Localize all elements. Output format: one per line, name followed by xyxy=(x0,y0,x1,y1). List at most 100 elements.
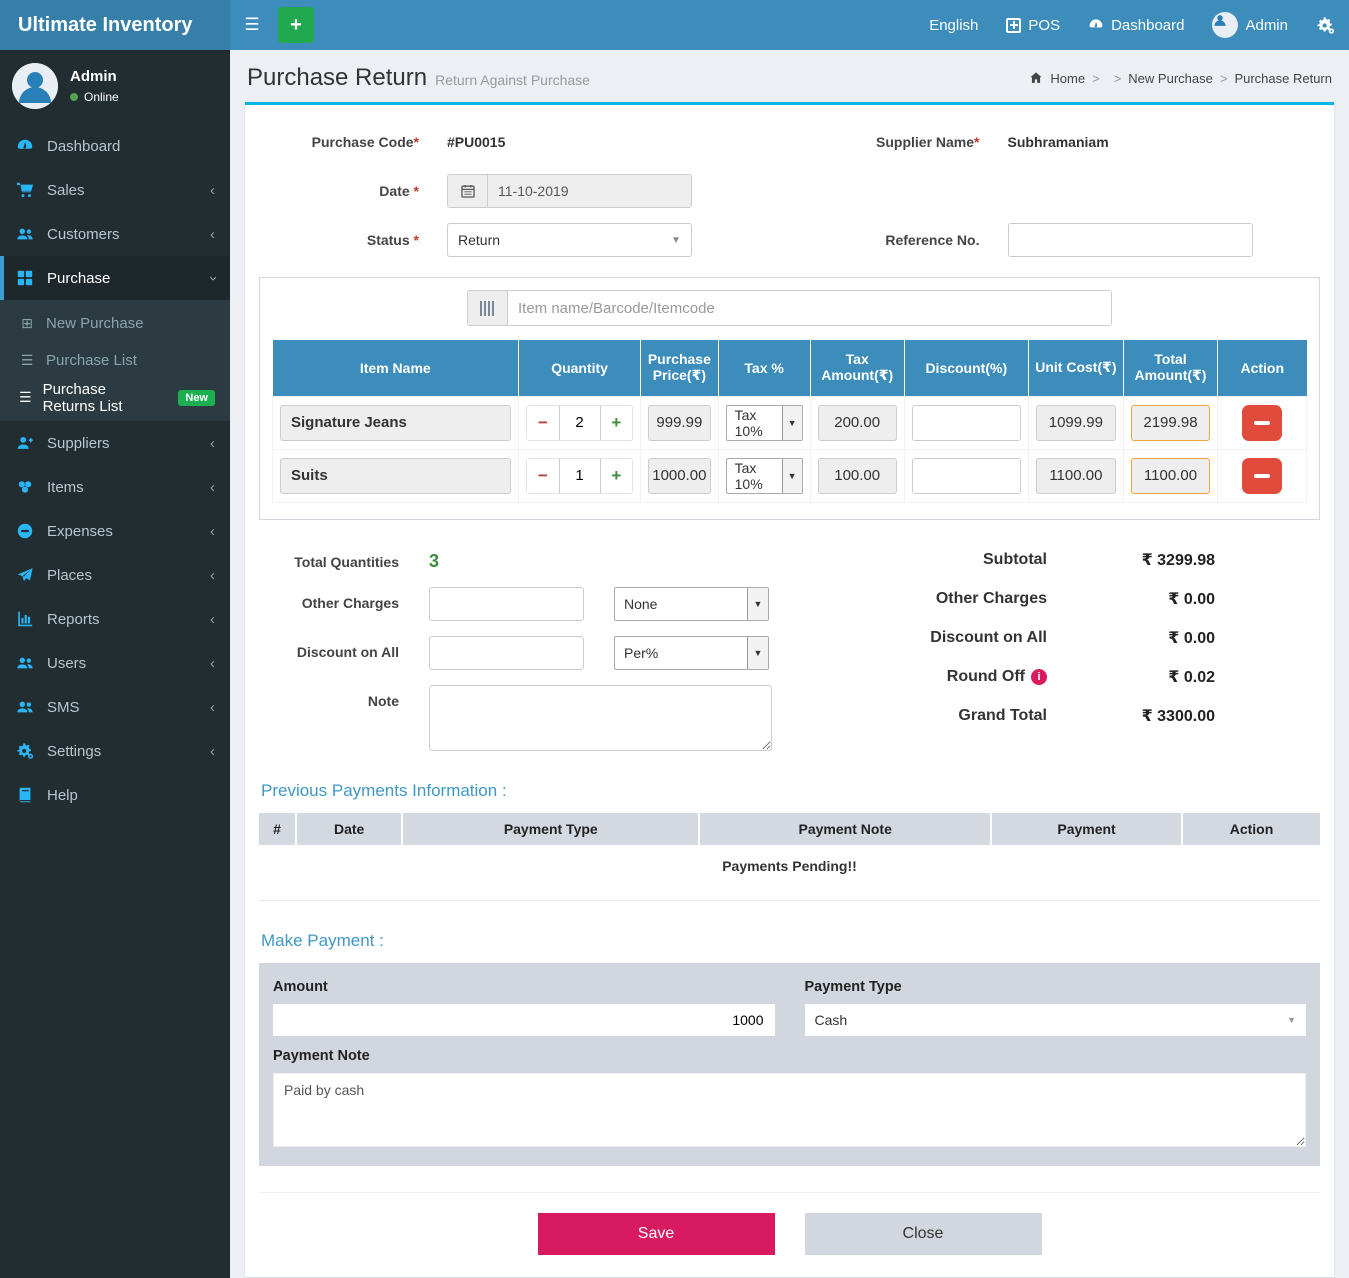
items-box: Item Name Quantity Purchase Price(₹) Tax… xyxy=(259,277,1320,520)
sidebar-item-purchase-returns-list[interactable]: ☰ Purchase Returns List New xyxy=(0,379,230,416)
discount-type-select[interactable]: Per% ▼ xyxy=(614,636,769,670)
item-search-input[interactable] xyxy=(508,291,1111,325)
breadcrumb-new-purchase[interactable]: New Purchase xyxy=(1128,71,1213,86)
chevron-left-icon: ‹ xyxy=(210,567,215,584)
gears-icon xyxy=(15,741,35,761)
items-icon xyxy=(15,477,35,497)
settings-gears-icon[interactable] xyxy=(1302,0,1349,50)
amount-input[interactable] xyxy=(273,1004,775,1036)
purchase-price-field xyxy=(648,405,711,441)
make-payment-card: Amount Payment Type Cash ▼ Payment Note xyxy=(259,963,1320,1166)
previous-payments-table: # Date Payment Type Payment Note Payment… xyxy=(259,813,1320,901)
other-charges-select[interactable]: None ▼ xyxy=(614,587,769,621)
chevron-left-icon: ‹ xyxy=(210,479,215,496)
breadcrumb-home[interactable]: Home xyxy=(1050,71,1085,86)
sidebar-item-users[interactable]: Users ‹ xyxy=(0,641,230,685)
sidebar-menu: Dashboard Sales ‹ Customers ‹ Purchase ‹… xyxy=(0,124,230,1278)
other-charges-label: Other Charges xyxy=(271,587,399,611)
tax-select[interactable]: Tax 10% ▼ xyxy=(726,405,803,441)
sidebar-item-expenses[interactable]: Expenses ‹ xyxy=(0,509,230,553)
tax-select[interactable]: Tax 10% ▼ xyxy=(726,458,803,494)
info-icon[interactable]: i xyxy=(1031,669,1047,685)
qty-increase-button[interactable]: + xyxy=(601,459,633,493)
purchase-return-card: Purchase Code* #PU0015 Date * xyxy=(245,102,1334,1277)
date-input[interactable] xyxy=(488,175,691,207)
other-charges-total-value: ₹ 0.00 xyxy=(1047,589,1215,609)
total-amount-field xyxy=(1131,405,1210,441)
unit-cost-field xyxy=(1036,405,1116,441)
col-payment: Payment xyxy=(991,813,1182,845)
discount-total-label: Discount on All xyxy=(930,629,1047,647)
discount-on-all-input[interactable] xyxy=(429,636,584,670)
sidebar-item-new-purchase[interactable]: ⊞ New Purchase xyxy=(0,305,230,342)
supplier-label: Supplier Name* xyxy=(820,134,980,150)
subtotal-value: ₹ 3299.98 xyxy=(1047,550,1215,570)
sidebar-item-reports[interactable]: Reports ‹ xyxy=(0,597,230,641)
quick-add-button[interactable]: + xyxy=(278,7,314,43)
caret-down-icon: ▼ xyxy=(782,459,802,493)
sidebar-item-dashboard[interactable]: Dashboard xyxy=(0,124,230,168)
date-picker[interactable] xyxy=(447,174,692,208)
sidebar-item-customers[interactable]: Customers ‹ xyxy=(0,212,230,256)
brand-title[interactable]: Ultimate Inventory xyxy=(0,0,230,50)
caret-down-icon: ▼ xyxy=(747,588,768,620)
col-date: Date xyxy=(296,813,402,845)
pos-link[interactable]: POS xyxy=(992,0,1074,50)
qty-increase-button[interactable]: + xyxy=(601,406,633,440)
sidebar-item-places[interactable]: Places ‹ xyxy=(0,553,230,597)
other-charges-input[interactable] xyxy=(429,587,584,621)
dashboard-link[interactable]: Dashboard xyxy=(1074,0,1198,50)
quantity-stepper: − + xyxy=(526,458,633,494)
top-navbar: ☰ + English POS Dashboard Admin xyxy=(230,0,1349,50)
sidebar-item-purchase[interactable]: Purchase ‹ xyxy=(0,256,230,300)
sidebar-item-sms[interactable]: SMS ‹ xyxy=(0,685,230,729)
sidebar-item-settings[interactable]: Settings ‹ xyxy=(0,729,230,773)
payment-note-textarea[interactable]: Paid by cash xyxy=(273,1073,1306,1147)
qty-decrease-button[interactable]: − xyxy=(527,406,559,440)
status-label: Status * xyxy=(269,232,419,248)
payment-type-select[interactable]: Cash ▼ xyxy=(805,1004,1307,1036)
caret-down-icon: ▼ xyxy=(1287,1015,1296,1025)
chevron-left-icon: ‹ xyxy=(210,226,215,243)
qty-input[interactable] xyxy=(559,406,601,440)
language-menu[interactable]: English xyxy=(915,0,992,50)
minus-icon xyxy=(1254,474,1270,478)
tax-amount-field xyxy=(818,458,897,494)
status-select[interactable]: Return ▼ xyxy=(447,223,692,257)
qty-input[interactable] xyxy=(559,459,601,493)
sidebar-item-help[interactable]: Help xyxy=(0,773,230,817)
reference-input[interactable] xyxy=(1008,223,1253,257)
sidebar-item-suppliers[interactable]: Suppliers ‹ xyxy=(0,421,230,465)
grid-icon xyxy=(15,268,35,288)
sidebar-user-panel: Admin Online xyxy=(0,50,230,124)
home-icon xyxy=(1029,71,1043,85)
sidebar-item-sales[interactable]: Sales ‹ xyxy=(0,168,230,212)
discount-on-all-label: Discount on All xyxy=(271,636,399,660)
payments-pending-message: Payments Pending!! xyxy=(259,845,1320,901)
sidebar-item-purchase-list[interactable]: ☰ Purchase List xyxy=(0,342,230,379)
page-title: Purchase Return xyxy=(247,64,427,91)
breadcrumb: Home > > New Purchase > Purchase Return xyxy=(1029,71,1332,86)
close-button[interactable]: Close xyxy=(805,1213,1042,1255)
list-icon: ☰ xyxy=(19,352,35,369)
remove-item-button[interactable] xyxy=(1242,405,1282,441)
grand-total-value: ₹ 3300.00 xyxy=(1047,706,1215,726)
chevron-left-icon: ‹ xyxy=(210,435,215,452)
hamburger-icon[interactable]: ☰ xyxy=(230,0,274,50)
calendar-icon xyxy=(448,175,488,207)
save-button[interactable]: Save xyxy=(538,1213,775,1255)
dashboard-icon xyxy=(1088,17,1104,33)
sidebar-user-name: Admin xyxy=(70,68,119,85)
barcode-icon xyxy=(468,291,508,325)
note-textarea[interactable] xyxy=(429,685,772,751)
discount-input[interactable] xyxy=(912,405,1021,441)
chevron-left-icon: ‹ xyxy=(210,743,215,760)
pos-plus-icon xyxy=(1006,18,1021,33)
sidebar-item-items[interactable]: Items ‹ xyxy=(0,465,230,509)
discount-input[interactable] xyxy=(912,458,1021,494)
new-badge: New xyxy=(178,390,215,406)
qty-decrease-button[interactable]: − xyxy=(527,459,559,493)
users-icon xyxy=(15,653,35,673)
user-menu[interactable]: Admin xyxy=(1198,0,1302,50)
remove-item-button[interactable] xyxy=(1242,458,1282,494)
